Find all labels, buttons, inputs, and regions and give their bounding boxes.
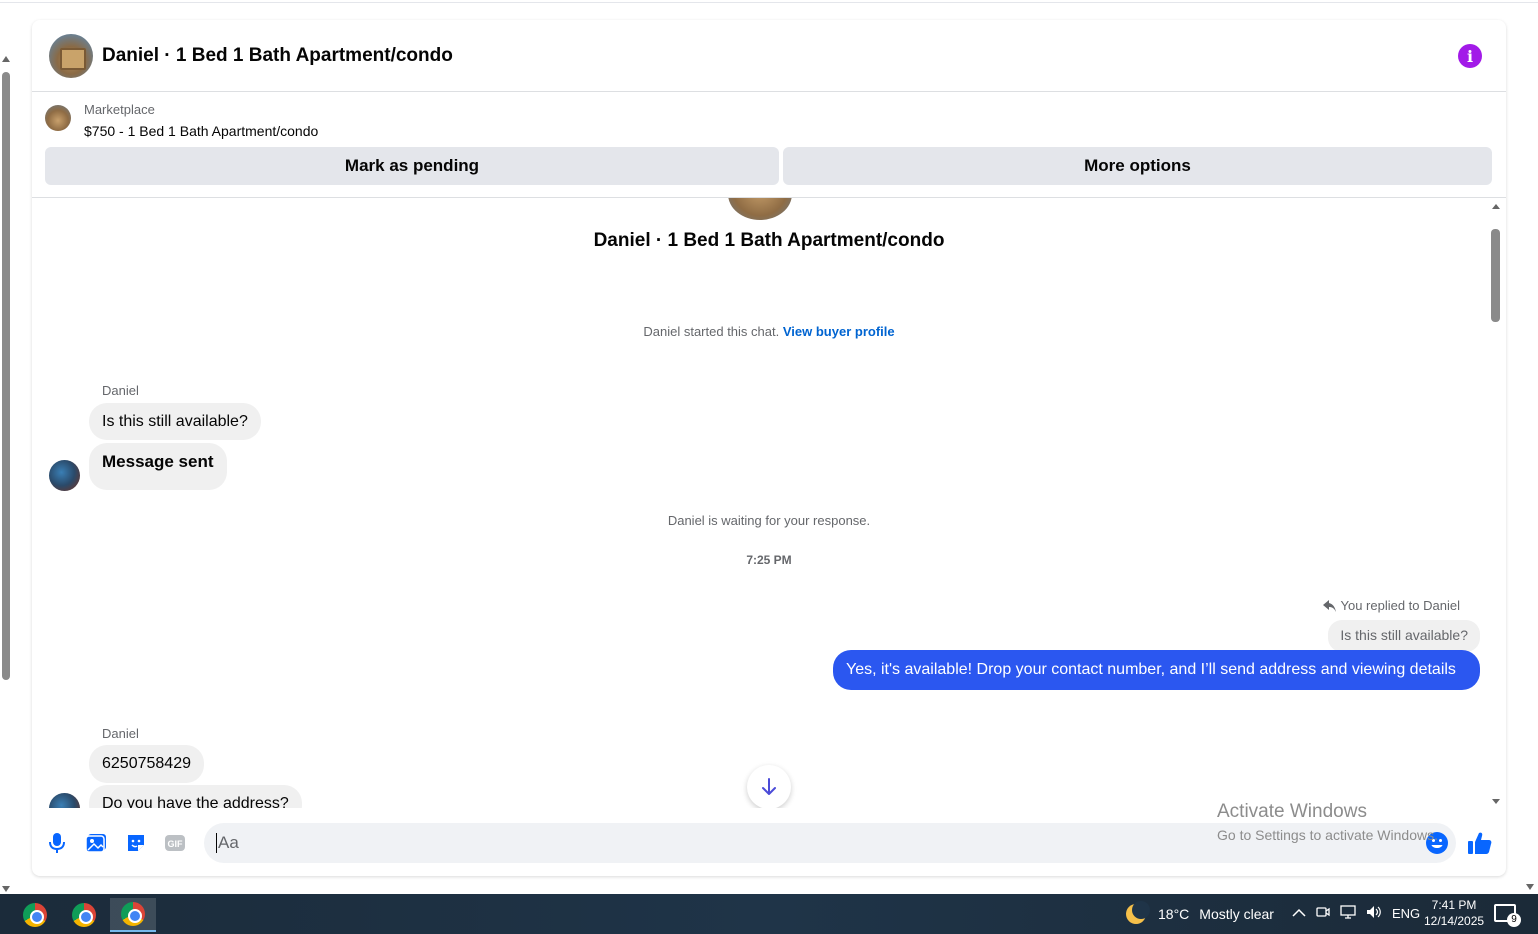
weather-description: Mostly clear bbox=[1199, 906, 1274, 922]
listing-avatar[interactable] bbox=[49, 33, 93, 78]
chrome-icon bbox=[72, 903, 96, 927]
replied-indicator: You replied to Daniel bbox=[1322, 598, 1461, 613]
sender-name: Daniel bbox=[102, 383, 139, 398]
incoming-message[interactable]: Is this still available? bbox=[89, 403, 261, 440]
moon-weather-icon bbox=[1126, 901, 1150, 924]
chat-window: Daniel · 1 Bed 1 Bath Apartment/condo i … bbox=[32, 20, 1506, 876]
chat-started-note: Daniel started this chat. View buyer pro… bbox=[32, 324, 1506, 339]
incoming-message[interactable]: Message sent bbox=[89, 443, 227, 490]
quoted-message[interactable]: Is this still available? bbox=[1328, 620, 1480, 652]
windows-taskbar: 18°C Mostly clear ENG 7:41 PM 12/14/2025… bbox=[0, 894, 1538, 934]
sender-avatar[interactable] bbox=[49, 793, 80, 808]
microphone-icon[interactable] bbox=[44, 830, 70, 856]
listing-price-title[interactable]: $750 - 1 Bed 1 Bath Apartment/condo bbox=[84, 123, 318, 139]
taskbar-chrome-app[interactable] bbox=[15, 898, 55, 932]
gif-icon[interactable]: GIF bbox=[162, 830, 188, 856]
clock-time: 7:41 PM bbox=[1431, 898, 1477, 912]
waiting-notice: Daniel is waiting for your response. bbox=[667, 513, 871, 528]
watermark-title: Activate Windows bbox=[1217, 801, 1367, 822]
text-caret bbox=[216, 833, 217, 853]
sender-avatar[interactable] bbox=[49, 460, 80, 491]
chevron-up-icon[interactable] bbox=[1292, 906, 1306, 921]
volume-icon[interactable] bbox=[1366, 905, 1382, 922]
listing-label: Marketplace bbox=[84, 102, 155, 117]
outgoing-message[interactable]: Yes, it's available! Drop your contact n… bbox=[833, 650, 1480, 690]
timestamp: 7:25 PM bbox=[746, 553, 792, 567]
more-options-button[interactable]: More options bbox=[783, 147, 1492, 185]
meet-now-icon[interactable] bbox=[1316, 905, 1330, 922]
taskbar-chrome-app[interactable] bbox=[64, 898, 104, 932]
chrome-icon bbox=[121, 902, 145, 926]
weather-temp: 18°C bbox=[1158, 906, 1190, 922]
incoming-message[interactable]: Do you have the address? bbox=[89, 785, 302, 808]
page-scrollbar[interactable] bbox=[0, 56, 14, 892]
scroll-down-arrow[interactable] bbox=[1492, 799, 1500, 804]
listing-panel: Marketplace $750 - 1 Bed 1 Bath Apartmen… bbox=[32, 92, 1506, 198]
scroll-up-arrow[interactable] bbox=[1492, 204, 1500, 209]
view-buyer-profile-link[interactable]: View buyer profile bbox=[783, 324, 895, 339]
scroll-up-arrow[interactable] bbox=[2, 56, 10, 62]
watermark-subtitle: Go to Settings to activate Windows. bbox=[1217, 827, 1438, 843]
network-icon[interactable] bbox=[1340, 905, 1356, 922]
top-border bbox=[0, 0, 1538, 3]
system-tray: ENG bbox=[1292, 905, 1420, 922]
chat-title[interactable]: Daniel · 1 Bed 1 Bath Apartment/condo bbox=[102, 45, 453, 67]
reply-icon bbox=[1322, 599, 1336, 612]
message-scrollbar[interactable] bbox=[1490, 204, 1502, 804]
taskbar-clock[interactable]: 7:41 PM 12/14/2025 bbox=[1424, 897, 1484, 929]
clock-date: 12/14/2025 bbox=[1424, 914, 1485, 928]
weather-widget[interactable]: 18°C Mostly clear bbox=[1126, 901, 1274, 924]
sticker-icon[interactable] bbox=[123, 830, 149, 856]
mark-as-pending-button[interactable]: Mark as pending bbox=[45, 147, 779, 185]
conversation-title: Daniel · 1 Bed 1 Bath Apartment/condo bbox=[593, 230, 945, 251]
photo-icon[interactable] bbox=[83, 830, 109, 856]
language-indicator[interactable]: ENG bbox=[1392, 906, 1420, 921]
thumbs-up-icon[interactable] bbox=[1467, 830, 1493, 856]
chrome-icon bbox=[23, 903, 47, 927]
started-text: Daniel started this chat. bbox=[643, 324, 780, 339]
taskbar-chrome-app-active[interactable] bbox=[110, 898, 156, 932]
chat-header: Daniel · 1 Bed 1 Bath Apartment/condo i bbox=[32, 20, 1506, 92]
scroll-to-bottom-button[interactable] bbox=[747, 765, 791, 808]
scrollbar-thumb[interactable] bbox=[1491, 229, 1500, 322]
info-icon[interactable]: i bbox=[1458, 44, 1482, 68]
scrollbar-thumb[interactable] bbox=[2, 72, 10, 680]
message-list[interactable]: Daniel · 1 Bed 1 Bath Apartment/condo Da… bbox=[32, 198, 1506, 808]
sender-name: Daniel bbox=[102, 726, 139, 741]
activate-windows-watermark: Activate Windows Go to Settings to activ… bbox=[1217, 801, 1438, 843]
gif-label: GIF bbox=[168, 839, 184, 849]
notification-count-badge: 9 bbox=[1507, 913, 1521, 927]
scroll-down-arrow[interactable] bbox=[2, 886, 10, 892]
listing-thumbnail[interactable] bbox=[45, 105, 71, 131]
incoming-message[interactable]: 6250758429 bbox=[89, 745, 204, 783]
page-scroll-down-arrow[interactable] bbox=[1526, 884, 1534, 890]
arrow-down-icon bbox=[762, 778, 776, 795]
conversation-avatar bbox=[728, 198, 792, 220]
message-input-placeholder: Aa bbox=[218, 833, 239, 852]
replied-to-text: You replied to Daniel bbox=[1340, 598, 1461, 613]
